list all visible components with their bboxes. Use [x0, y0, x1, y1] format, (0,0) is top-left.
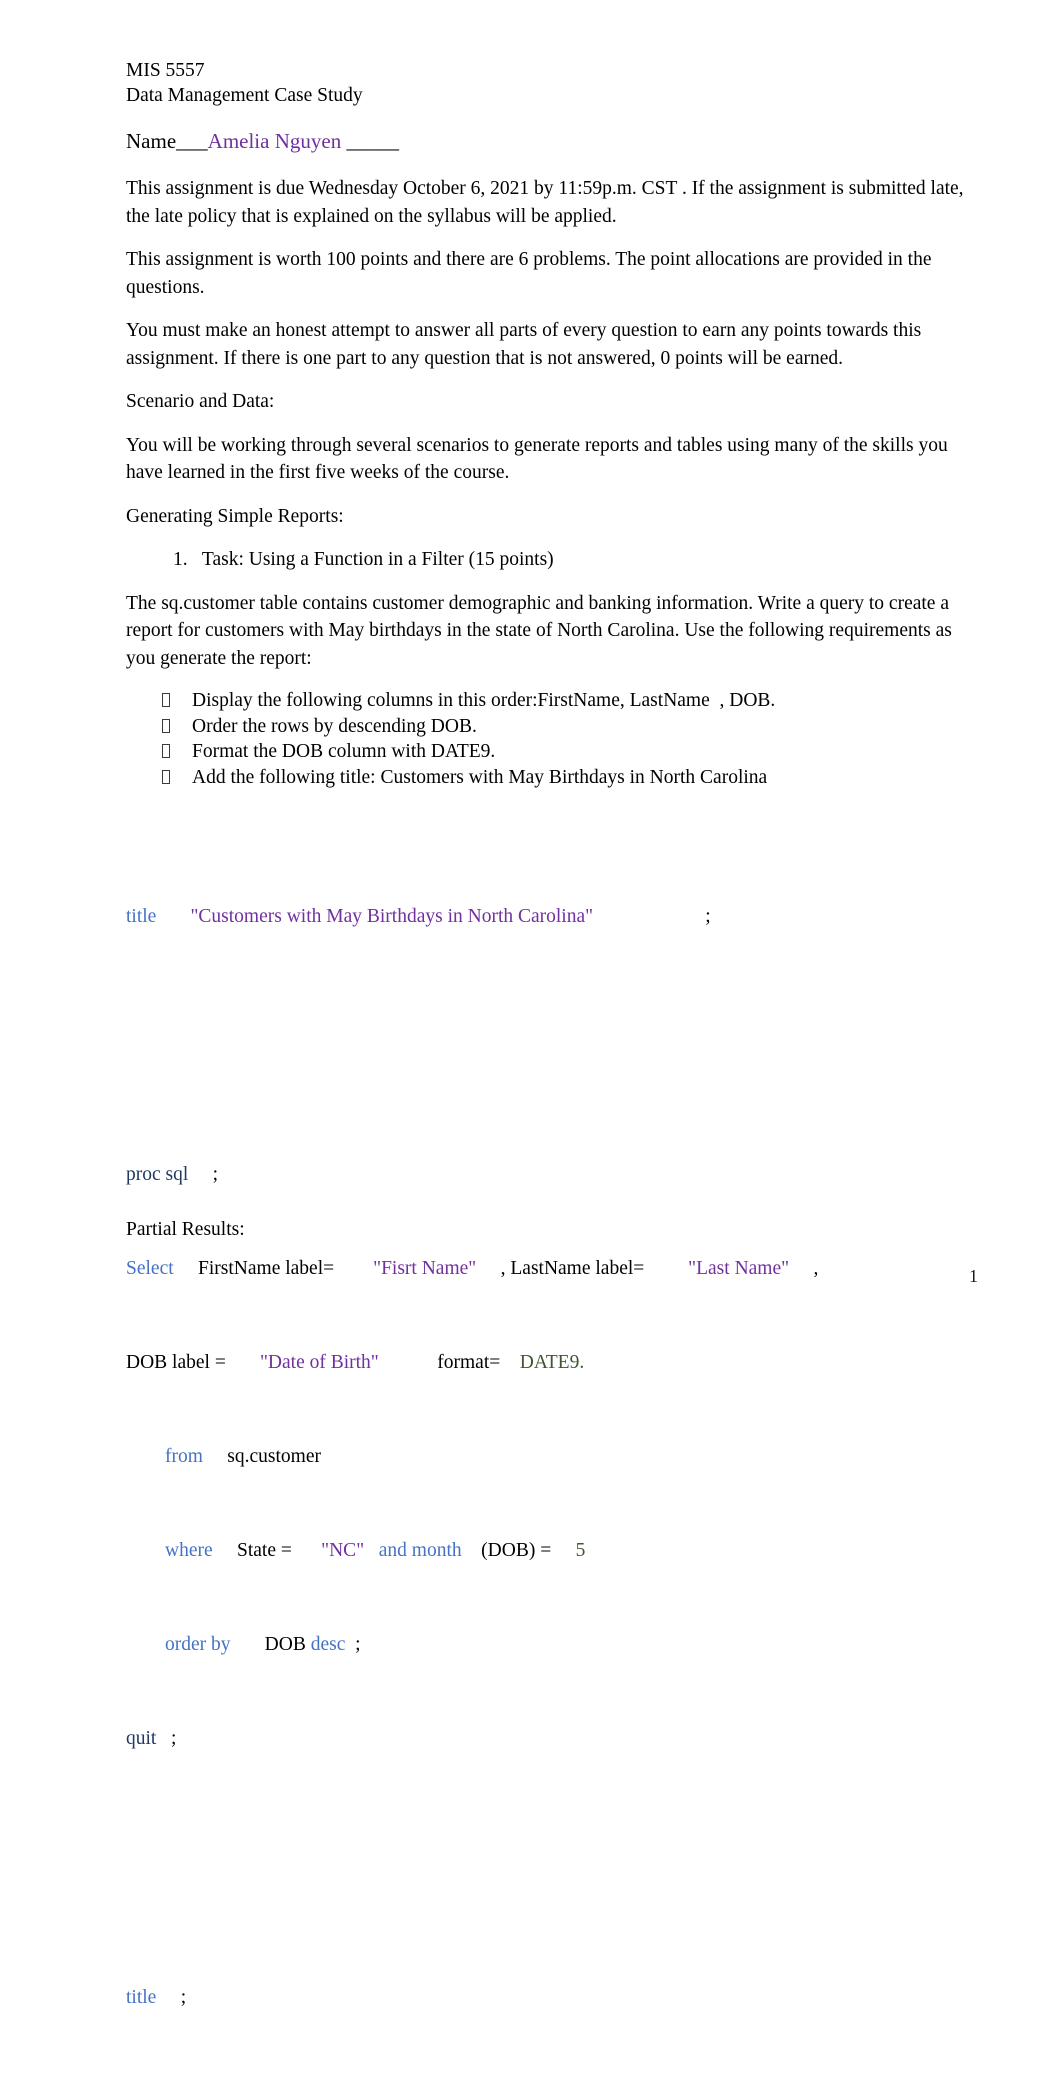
semicolon: ;: [345, 1634, 361, 1655]
bullet-box-icon: [162, 718, 170, 733]
column-firstname: FirstName label=: [198, 1258, 335, 1279]
semicolon: ;: [170, 1728, 177, 1749]
keyword-desc: desc: [310, 1634, 346, 1655]
requirement-text: Format the DOB column with DATE9.: [192, 741, 496, 762]
keyword-title-clear: title: [126, 1986, 157, 2008]
keyword-proc-sql: proc sql: [126, 1164, 189, 1185]
format-value-date9: DATE9.: [519, 1352, 585, 1373]
code-line-proc-sql: proc sql ;: [126, 1163, 966, 1187]
keyword-select: Select: [126, 1258, 174, 1279]
column-dob: DOB label =: [126, 1352, 226, 1373]
code-line-select: Select FirstName label= "Fisrt Name" , L…: [126, 1257, 966, 1281]
list-item: Add the following title: Customers with …: [162, 765, 966, 791]
requirements-list: Display the following columns in this or…: [126, 688, 966, 790]
order-column: DOB: [264, 1634, 306, 1655]
document-header: MIS 5557 Data Management Case Study: [126, 58, 966, 108]
requirement-text: Order the rows by descending DOB.: [192, 715, 477, 737]
task-item-1: 1. Task: Using a Function in a Filter (1…: [173, 549, 554, 570]
keyword-and-month: and month: [364, 1540, 462, 1561]
code-line-order-by: order by DOB desc ;: [126, 1633, 966, 1657]
code-line-from: from sq.customer: [126, 1445, 966, 1469]
semicolon: ;: [705, 905, 711, 927]
keyword-quit: quit: [126, 1728, 157, 1749]
dob-function-arg: (DOB) =: [481, 1540, 552, 1561]
heading-scenario-and-data: Scenario and Data:: [126, 391, 275, 412]
paragraph-honest-attempt: You must make an honest attempt to answe…: [126, 320, 922, 369]
code-line-title: title "Customers with May Birthdays in N…: [126, 905, 966, 929]
string-dob-label: "Date of Birth": [259, 1352, 379, 1373]
heading-partial-results: Partial Results:: [126, 1219, 245, 1240]
list-item: Display the following columns in this or…: [162, 688, 966, 714]
month-value: 5: [575, 1540, 586, 1561]
column-state: State =: [237, 1540, 292, 1561]
keyword-title: title: [126, 905, 157, 927]
paragraph-task-description: The sq.customer table contains customer …: [126, 592, 952, 669]
paragraph-points: This assignment is worth 100 points and …: [126, 249, 932, 298]
bullet-box-icon: [162, 769, 170, 784]
string-report-title: "Customers with May Birthdays in North C…: [190, 905, 594, 927]
string-state-value: "NC": [321, 1540, 365, 1561]
name-rule-after: _____: [341, 129, 399, 153]
course-code: MIS 5557: [126, 60, 205, 81]
sas-code-block: title "Customers with May Birthdays in N…: [126, 834, 966, 2080]
paragraph-scenario-body: You will be working through several scen…: [126, 434, 948, 484]
code-line-where: where State = "NC" and month (DOB) = 5: [126, 1539, 966, 1563]
table-name: sq.customer: [227, 1446, 321, 1467]
keyword-format: format=: [437, 1352, 501, 1373]
list-item: Order the rows by descending DOB.: [162, 714, 966, 740]
list-item: Format the DOB column with DATE9.: [162, 739, 966, 765]
document-page: MIS 5557 Data Management Case Study Name…: [0, 0, 1062, 2008]
keyword-where: where: [165, 1540, 213, 1561]
name-label: Name: [126, 129, 177, 153]
column-lastname: , LastName label=: [476, 1258, 645, 1279]
code-line-dob-label: DOB label = "Date of Birth" format= DATE…: [126, 1351, 966, 1375]
string-lastname-label: "Last Name": [688, 1258, 790, 1279]
requirement-text: Add the following title: Customers with …: [192, 766, 768, 788]
page-number: 1: [969, 1266, 978, 1286]
bullet-box-icon: [162, 693, 170, 707]
comma: ,: [789, 1258, 819, 1279]
requirement-text: Display the following columns in this or…: [192, 690, 776, 711]
document-title: Data Management Case Study: [126, 85, 363, 106]
keyword-order-by: order by: [165, 1634, 231, 1655]
code-line-title-clear: title ;: [126, 1986, 966, 2010]
string-firstname-label: "Fisrt Name": [373, 1258, 477, 1279]
bullet-box-icon: [162, 744, 170, 758]
paragraph-due-date: This assignment is due Wednesday October…: [126, 178, 964, 227]
name-rule-before: ___: [176, 129, 208, 153]
heading-generating-simple-reports: Generating Simple Reports:: [126, 505, 344, 527]
name-field-line: Name___Amelia Nguyen _____: [126, 128, 966, 154]
semicolon: ;: [212, 1164, 219, 1185]
semicolon: ;: [180, 1986, 187, 2008]
name-value: Amelia Nguyen: [207, 129, 342, 153]
keyword-from: from: [165, 1446, 203, 1467]
code-line-quit: quit ;: [126, 1727, 966, 1751]
